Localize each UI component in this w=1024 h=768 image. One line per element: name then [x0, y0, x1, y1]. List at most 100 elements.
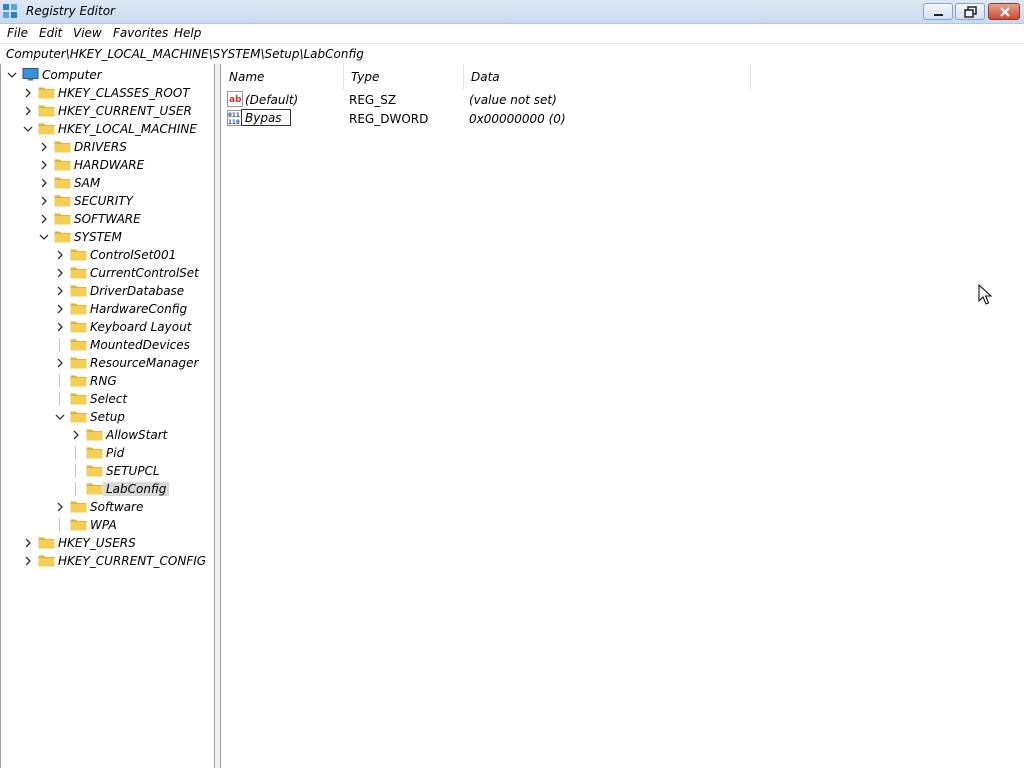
chevron-right-icon[interactable] — [55, 268, 65, 278]
tree-node[interactable]: AllowStart — [71, 426, 206, 444]
folder-icon — [38, 87, 55, 99]
tree-guide-line — [75, 464, 76, 478]
minimize-button[interactable] — [923, 3, 953, 20]
value-row[interactable]: 011 110 REG_DWORD 0x00000000 (0) — [221, 109, 761, 128]
tree-node[interactable]: HKEY_CURRENT_CONFIG — [23, 552, 206, 570]
tree-node[interactable]: HKEY_LOCAL_MACHINE — [23, 120, 206, 138]
tree-node-label: HKEY_LOCAL_MACHINE — [58, 122, 197, 136]
tree-node[interactable]: CurrentControlSet — [55, 264, 206, 282]
chevron-right-icon[interactable] — [39, 178, 49, 188]
tree-node[interactable]: DriverDatabase — [55, 282, 206, 300]
folder-icon — [70, 501, 87, 513]
tree-node[interactable]: HKEY_USERS — [23, 534, 206, 552]
chevron-right-icon[interactable] — [55, 286, 65, 296]
menu-favorites[interactable]: Favorites — [113, 26, 168, 40]
string-value-icon: ab — [227, 91, 243, 107]
chevron-down-icon[interactable] — [23, 124, 33, 134]
tree-node[interactable]: Computer — [7, 66, 206, 84]
tree-node-label: HKEY_CURRENT_CONFIG — [58, 554, 207, 568]
address-path[interactable]: Computer\HKEY_LOCAL_MACHINE\SYSTEM\Setup… — [6, 47, 364, 61]
tree-node[interactable]: HKEY_CURRENT_USER — [23, 102, 206, 120]
tree-node[interactable]: WPA — [55, 516, 206, 534]
tree-node[interactable]: SECURITY — [39, 192, 206, 210]
tree-node-label: Keyboard Layout — [90, 320, 192, 334]
folder-icon — [38, 537, 55, 549]
chevron-right-icon[interactable] — [23, 88, 33, 98]
tree-node[interactable]: SAM — [39, 174, 206, 192]
tree-node-label: DRIVERS — [74, 140, 127, 154]
tree-node[interactable]: ResourceManager — [55, 354, 206, 372]
column-header-label: Type — [351, 70, 380, 84]
column-header-type[interactable]: Type — [343, 64, 463, 90]
column-header-name[interactable]: Name — [221, 64, 343, 90]
folder-icon — [70, 321, 87, 333]
minimize-icon — [934, 14, 943, 16]
tree-node-label: SETUPCL — [106, 464, 160, 478]
tree-node[interactable]: SOFTWARE — [39, 210, 206, 228]
chevron-right-icon[interactable] — [39, 160, 49, 170]
restore-button[interactable] — [955, 3, 985, 20]
menu-help[interactable]: Help — [174, 26, 201, 40]
tree-guide-line — [59, 518, 60, 532]
chevron-down-icon[interactable] — [39, 232, 49, 242]
menu-edit[interactable]: Edit — [39, 26, 62, 40]
chevron-right-icon[interactable] — [55, 358, 65, 368]
tree-node[interactable]: Software — [55, 498, 206, 516]
menu-file[interactable]: File — [7, 26, 28, 40]
tree-node[interactable]: Select — [55, 390, 206, 408]
chevron-right-icon[interactable] — [55, 304, 65, 314]
chevron-right-icon[interactable] — [23, 106, 33, 116]
tree-node[interactable]: HARDWARE — [39, 156, 206, 174]
tree-guide-line — [75, 482, 76, 496]
svg-text:110: 110 — [228, 118, 240, 126]
chevron-right-icon[interactable] — [39, 196, 49, 206]
chevron-right-icon[interactable] — [23, 538, 33, 548]
address-bar[interactable]: Computer\HKEY_LOCAL_MACHINE\SYSTEM\Setup… — [0, 43, 1024, 65]
tree-node[interactable]: SYSTEM — [39, 228, 206, 246]
tree-node-label: LabConfig — [103, 482, 170, 496]
chevron-down-icon[interactable] — [55, 412, 65, 422]
close-button[interactable] — [988, 3, 1020, 20]
column-divider[interactable] — [750, 64, 751, 90]
title-bar[interactable]: Registry Editor — [0, 0, 1024, 24]
tree-node[interactable]: Setup — [55, 408, 206, 426]
registry-editor-app-icon — [3, 4, 17, 18]
key-tree-pane[interactable]: Computer HKEY_CLASSES_ROOT HKEY_CURRENT_US… — [0, 64, 215, 768]
chevron-right-icon[interactable] — [39, 142, 49, 152]
tree-node[interactable]: MountedDevices — [55, 336, 206, 354]
folder-icon — [70, 375, 87, 387]
column-header-data[interactable]: Data — [463, 64, 751, 90]
chevron-right-icon[interactable] — [71, 430, 81, 440]
tree-node-label: Select — [90, 392, 128, 406]
value-type: REG_SZ — [349, 93, 397, 107]
tree-node[interactable]: Pid — [71, 444, 206, 462]
menu-view[interactable]: View — [73, 26, 102, 40]
tree-node[interactable]: SETUPCL — [71, 462, 206, 480]
chevron-right-icon[interactable] — [23, 556, 33, 566]
tree-node[interactable]: LabConfig — [71, 480, 206, 498]
tree-node-label: HKEY_CURRENT_USER — [58, 104, 192, 118]
value-list-pane[interactable]: Name Type Data ab (Default) REG_SZ (valu… — [220, 64, 1024, 768]
folder-icon — [70, 303, 87, 315]
chevron-right-icon[interactable] — [55, 502, 65, 512]
folder-icon — [86, 483, 103, 495]
tree-node[interactable]: HKEY_CLASSES_ROOT — [23, 84, 206, 102]
tree-node[interactable]: ControlSet001 — [55, 246, 206, 264]
folder-icon — [70, 519, 87, 531]
folder-icon — [38, 555, 55, 567]
window-title: Registry Editor — [26, 4, 115, 18]
tree-node[interactable]: HardwareConfig — [55, 300, 206, 318]
folder-icon — [54, 195, 71, 207]
chevron-down-icon[interactable] — [7, 70, 17, 80]
chevron-right-icon[interactable] — [55, 250, 65, 260]
chevron-right-icon[interactable] — [55, 322, 65, 332]
tree-node[interactable]: RNG — [55, 372, 206, 390]
tree-node-label: HKEY_CLASSES_ROOT — [58, 86, 190, 100]
close-icon — [1000, 7, 1010, 17]
rename-value-input[interactable] — [241, 109, 291, 126]
chevron-right-icon[interactable] — [39, 214, 49, 224]
value-row[interactable]: ab (Default) REG_SZ (value not set) — [221, 90, 761, 109]
tree-node-label: SAM — [74, 176, 101, 190]
tree-node[interactable]: DRIVERS — [39, 138, 206, 156]
tree-node[interactable]: Keyboard Layout — [55, 318, 206, 336]
